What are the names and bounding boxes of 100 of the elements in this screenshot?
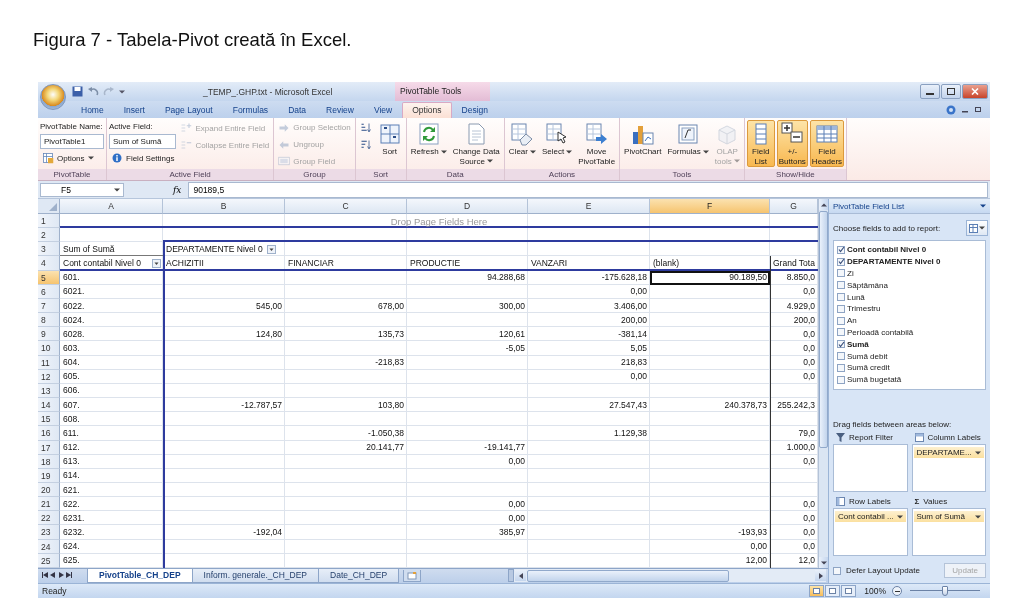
caret-icon[interactable]	[980, 204, 986, 208]
checkbox[interactable]	[837, 281, 845, 290]
ribbon-button[interactable]: Field Headers	[809, 120, 845, 167]
layout-button[interactable]	[966, 220, 988, 236]
minimize-button[interactable]	[920, 84, 940, 99]
checkbox[interactable]	[833, 566, 841, 575]
checkbox[interactable]	[837, 340, 845, 349]
checkbox[interactable]	[837, 352, 845, 361]
ribbon-button[interactable]: Move PivotTable	[576, 120, 618, 167]
row-header[interactable]: 22	[38, 511, 60, 526]
field-header[interactable]: Sum of Sumă	[63, 242, 161, 256]
column-header[interactable]: A	[60, 199, 163, 214]
toolbar-button[interactable]: Options	[40, 150, 104, 166]
row-header[interactable]: 14	[38, 398, 60, 413]
caret-icon[interactable]	[119, 89, 125, 94]
scroll-down-button[interactable]	[819, 557, 828, 568]
ribbon-tab[interactable]: Formulas	[222, 102, 279, 118]
function-label[interactable]: fx	[170, 184, 185, 195]
checkbox[interactable]	[837, 328, 845, 337]
field-chip[interactable]: Sum of Sumă	[913, 511, 984, 522]
last-sheet-icon[interactable]	[66, 572, 72, 578]
help-icon[interactable]	[946, 104, 956, 115]
row-header[interactable]: 3	[38, 242, 60, 257]
ribbon-tab[interactable]: Home	[71, 102, 114, 118]
scroll-left-button[interactable]	[515, 570, 526, 581]
ribbon-button[interactable]: Sort	[375, 120, 404, 167]
field-chip[interactable]: Cont contabil ...	[835, 511, 906, 522]
column-header[interactable]: E	[528, 199, 650, 214]
ribbon-button[interactable]: PivotChart	[622, 120, 664, 167]
ribbon-tab[interactable]: Options	[402, 102, 452, 118]
input-field[interactable]: Sum of Sumă	[109, 134, 177, 149]
field-header[interactable]: ACHIZITII	[166, 257, 285, 271]
row-header[interactable]: 23	[38, 525, 60, 540]
toolbar-button[interactable]: Field Settings	[109, 150, 177, 166]
row-header[interactable]: 9	[38, 327, 60, 342]
field-header[interactable]: DEPARTAMENTE Nivel 0	[166, 242, 285, 256]
checkbox[interactable]	[837, 316, 845, 325]
scroll-right-button[interactable]	[815, 570, 826, 581]
drop-area[interactable]: Sum of Sumă	[911, 508, 986, 556]
ribbon-tab[interactable]: Design	[451, 102, 498, 118]
column-header[interactable]: D	[407, 199, 528, 214]
column-header[interactable]: F	[650, 199, 770, 214]
field-header[interactable]: Cont contabil Nivel 0	[63, 257, 161, 271]
row-header[interactable]: 15	[38, 412, 60, 427]
drop-area[interactable]: DEPARTAME...	[911, 444, 986, 492]
dropdown-icon[interactable]	[152, 259, 161, 269]
zoom-out-button[interactable]	[892, 586, 902, 596]
row-header[interactable]: 2	[38, 228, 60, 243]
ribbon-button[interactable]: Field List	[746, 120, 775, 167]
drop-area[interactable]: Cont contabil ...	[833, 508, 908, 556]
formula-field[interactable]: 90189,5	[188, 181, 988, 198]
row-header[interactable]: 8	[38, 313, 60, 328]
column-header[interactable]: G	[770, 199, 818, 214]
next-sheet-icon[interactable]	[58, 572, 64, 578]
dropdown-icon[interactable]	[266, 244, 276, 254]
split-handle[interactable]	[508, 569, 514, 582]
checkbox[interactable]	[837, 269, 845, 278]
row-header[interactable]: 4	[38, 256, 60, 271]
ribbon-button[interactable]: Change Data Source	[450, 120, 502, 167]
view-button[interactable]	[809, 585, 825, 597]
checkbox[interactable]	[837, 375, 845, 384]
field-header[interactable]: FINANCIAR	[288, 257, 407, 271]
field-chip[interactable]: DEPARTAME...	[913, 447, 984, 458]
checkbox[interactable]	[837, 257, 845, 266]
view-button[interactable]	[841, 585, 857, 597]
column-header[interactable]: C	[285, 199, 407, 214]
office-button[interactable]	[40, 84, 66, 110]
ribbon-button[interactable]: Clear	[506, 120, 538, 167]
restore-icon[interactable]	[975, 106, 982, 113]
ribbon-tab[interactable]: View	[363, 102, 403, 118]
scroll-up-button[interactable]	[819, 199, 828, 210]
scrollbar-thumb[interactable]	[819, 211, 828, 448]
row-header[interactable]: 16	[38, 426, 60, 441]
ribbon-button[interactable]: Formulas	[665, 120, 711, 167]
field-header[interactable]: (blank)	[653, 257, 770, 271]
ribbon-tab[interactable]: Review	[316, 102, 364, 118]
checkbox[interactable]	[837, 293, 845, 302]
close-button[interactable]	[962, 84, 988, 99]
ribbon-tab[interactable]: Data	[278, 102, 317, 118]
ribbon-tab[interactable]: Insert	[113, 102, 155, 118]
row-header[interactable]: 10	[38, 341, 60, 356]
name-box[interactable]: F5	[40, 182, 124, 197]
first-sheet-icon[interactable]	[42, 572, 48, 578]
new-sheet-button[interactable]	[403, 570, 422, 582]
ribbon-tab[interactable]: Page Layout	[154, 102, 223, 118]
save-icon[interactable]	[72, 86, 83, 97]
scrollbar-thumb[interactable]	[527, 569, 729, 582]
zoom-slider-thumb[interactable]	[942, 586, 948, 596]
row-header[interactable]: 1	[38, 214, 60, 229]
previous-sheet-icon[interactable]	[50, 572, 56, 578]
checkbox[interactable]	[837, 304, 845, 313]
column-header[interactable]: B	[163, 199, 285, 214]
ribbon-button[interactable]: Refresh	[408, 120, 449, 167]
checkbox[interactable]	[837, 245, 845, 254]
field-header[interactable]: PRODUCTIE	[410, 257, 528, 271]
sheet-tab[interactable]: Inform. generale._CH_DEP	[191, 569, 320, 583]
maximize-button[interactable]	[941, 84, 961, 99]
undo-icon[interactable]	[87, 86, 99, 97]
checkbox[interactable]	[837, 363, 845, 372]
sheet-tab[interactable]: PivotTable_CH_DEP	[87, 569, 193, 583]
